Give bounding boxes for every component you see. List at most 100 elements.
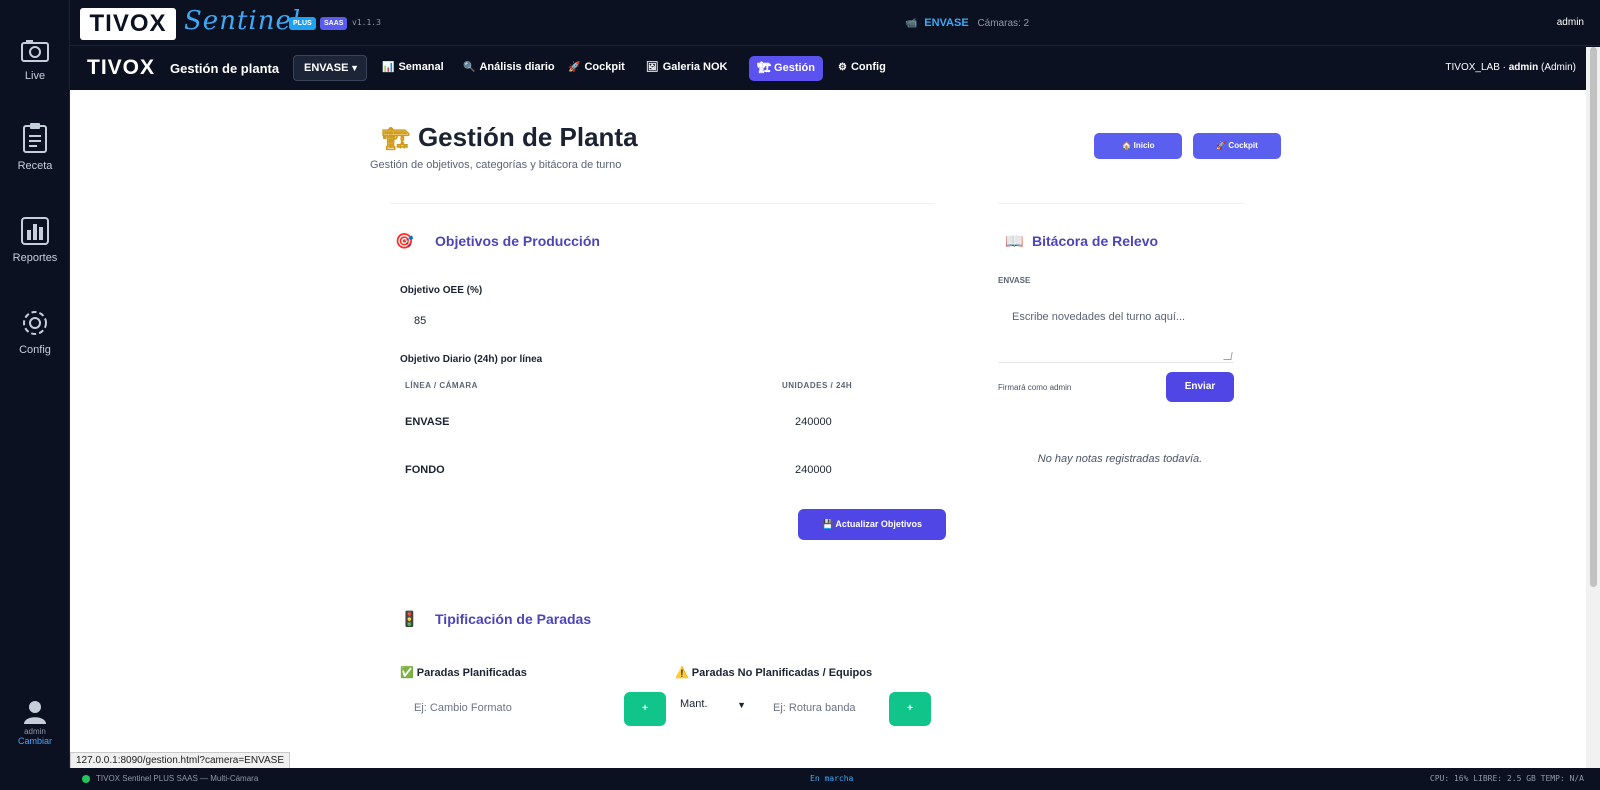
add-unplanned-stop-button[interactable]: + <box>889 692 931 726</box>
system-metrics: CPU: 16% LIBRE: 2.5 GB TEMP: N/A <box>1429 774 1584 783</box>
empty-notes-message: No hay notas registradas todavía. <box>1037 453 1203 465</box>
rail-item-config[interactable]: Config <box>0 308 70 356</box>
status-bar: TIVOX Sentinel PLUS SAAS — Multi-Cámara … <box>70 768 1600 790</box>
nav-title: Gestión de planta <box>170 61 280 76</box>
col-header-line: LÍNEA / CÁMARA <box>405 381 478 390</box>
rail-user-name: admin <box>24 727 46 736</box>
app-info: TIVOX Sentinel PLUS SAAS — Multi-Cámara <box>96 774 259 783</box>
rocket-icon: 🚀 <box>568 62 581 73</box>
line-select-value: ENVASE <box>304 62 349 74</box>
rail-label-reportes: Reportes <box>12 252 58 264</box>
planned-stop-input[interactable]: Ej: Cambio Formato <box>414 702 512 714</box>
send-note-button[interactable]: Enviar <box>1166 372 1234 402</box>
equipment-category-value: Mant. <box>680 698 708 710</box>
update-targets-button[interactable]: 💾 Actualizar Objetivos <box>798 509 946 540</box>
rail-label-receta: Receta <box>17 160 53 172</box>
nav-item-gestion[interactable]: 🏗 Gestión <box>749 56 823 81</box>
top-user-name[interactable]: admin <box>1557 17 1584 28</box>
unplanned-stops-label: ⚠️ Paradas No Planificadas / Equipos <box>675 666 872 679</box>
video-camera-icon: 📹 <box>905 18 918 29</box>
add-planned-stop-button[interactable]: + <box>624 692 666 726</box>
gear-icon <box>23 311 47 335</box>
rail-label-live: Live <box>24 70 46 82</box>
plus-badge: PLUS <box>289 17 316 30</box>
rail-item-reportes[interactable]: Reportes <box>0 216 70 264</box>
rail-user[interactable]: admin Cambiar <box>0 699 70 746</box>
active-camera-name: ENVASE <box>924 17 969 29</box>
chevron-down-icon: ▼ <box>350 63 359 73</box>
bar-chart-icon <box>21 217 49 245</box>
clipboard-icon <box>23 123 47 153</box>
rail-label-config: Config <box>19 344 51 356</box>
gear-icon: ⚙ <box>838 62 847 73</box>
bitacora-title: Bitácora de Relevo <box>1032 233 1159 249</box>
gallery-icon: 🖼 <box>646 62 659 73</box>
user-avatar-icon <box>24 701 46 724</box>
line-select[interactable]: ENVASE ▼ <box>293 55 367 81</box>
planned-stops-label: ✅ Paradas Planificadas <box>400 666 527 679</box>
crane-icon: 🏗 <box>757 62 771 74</box>
magnifier-icon: 🔍 <box>463 62 476 73</box>
nav-label-config: Config <box>850 61 886 73</box>
crane-icon: 🏗 <box>382 126 410 151</box>
rail-item-live[interactable]: Live <box>0 38 70 82</box>
session-info: TIVOX_LAB · admin (Admin) <box>1445 62 1576 73</box>
chevron-down-icon: ▼ <box>737 700 746 710</box>
paradas-title: Tipificación de Paradas <box>435 611 592 627</box>
left-rail: Live Receta Reportes Config admin Cambia… <box>0 0 70 768</box>
nav-label-cockpit: Cockpit <box>584 61 625 73</box>
nav-item-semanal[interactable]: 📊 Semanal <box>382 61 444 73</box>
equipment-category-select[interactable]: Mant. ▼ <box>680 698 746 722</box>
shift-notes-textarea[interactable]: Escribe novedades del turno aquí... <box>998 305 1234 363</box>
camera-icon <box>21 40 49 62</box>
section-divider <box>998 203 1244 204</box>
planned-stops-text: Paradas Planificadas <box>416 667 527 679</box>
version-label: v1.1.3 <box>352 18 381 27</box>
vertical-scrollbar[interactable] <box>1586 47 1600 768</box>
saas-badge: SAAS <box>320 17 348 30</box>
session-user: admin <box>1508 62 1539 73</box>
bar-chart-icon: 📊 <box>382 62 395 73</box>
nav-label-analisis: Análisis diario <box>479 61 555 73</box>
rail-item-receta[interactable]: Receta <box>0 122 70 172</box>
page-title-text: Gestión de Planta <box>417 122 638 152</box>
run-status: En marcha <box>810 774 854 783</box>
col-header-units: UNIDADES / 24H <box>782 381 853 390</box>
oee-label: Objetivo OEE (%) <box>400 285 483 296</box>
book-icon: 📖 <box>1005 233 1024 250</box>
active-camera-info: 📹 ENVASE Cámaras: 2 <box>905 17 1029 29</box>
target-icon: 🎯 <box>395 233 414 250</box>
page-subtitle: Gestión de objetivos, categorías y bitác… <box>370 159 622 171</box>
warning-icon: ⚠️ <box>675 667 689 679</box>
daily-target-label: Objetivo Diario (24h) por línea <box>400 354 543 365</box>
nav-item-config[interactable]: ⚙ Config <box>838 61 886 73</box>
top-bar: TIVOX Sentinel PLUS SAAS v1.1.3 📹 ENVASE… <box>70 0 1600 46</box>
nav-logo[interactable]: TIVOX <box>87 56 155 80</box>
scrollbar-thumb[interactable] <box>1590 47 1597 587</box>
cockpit-button[interactable]: 🚀 Cockpit <box>1193 133 1281 159</box>
rail-user-switch-link[interactable]: Cambiar <box>0 736 70 746</box>
product-name: Sentinel <box>184 6 302 36</box>
units-input[interactable]: 240000 <box>795 464 832 476</box>
table-row-line: ENVASE <box>405 416 450 428</box>
page-title: 🏗 Gestión de Planta <box>382 122 638 153</box>
check-icon: ✅ <box>400 667 414 679</box>
nav-item-analisis-diario[interactable]: 🔍 Análisis diario <box>463 61 555 73</box>
nav-label-semanal: Semanal <box>398 61 444 73</box>
unplanned-stop-input[interactable]: Ej: Rotura banda <box>773 702 856 714</box>
traffic-light-icon: 🚦 <box>400 611 419 628</box>
resize-grip-icon[interactable] <box>1223 352 1233 360</box>
session-role: (Admin) <box>1540 62 1576 73</box>
oee-input[interactable]: 85 <box>414 315 426 327</box>
units-input[interactable]: 240000 <box>795 416 832 428</box>
bitacora-line-label: ENVASE <box>998 276 1031 285</box>
nav-item-cockpit[interactable]: 🚀 Cockpit <box>568 61 625 73</box>
org-name: TIVOX_LAB · <box>1445 62 1506 73</box>
nav-item-galeria-nok[interactable]: 🖼 Galeria NOK <box>646 61 728 73</box>
nav-label-galeria: Galeria NOK <box>662 61 728 73</box>
status-dot-icon <box>82 775 90 783</box>
unplanned-stops-text: Paradas No Planificadas / Equipos <box>691 667 873 679</box>
sign-as-label: Firmará como admin <box>998 383 1072 392</box>
objetivos-title: Objetivos de Producción <box>435 233 600 249</box>
inicio-button[interactable]: 🏠 Inicio <box>1094 133 1182 159</box>
